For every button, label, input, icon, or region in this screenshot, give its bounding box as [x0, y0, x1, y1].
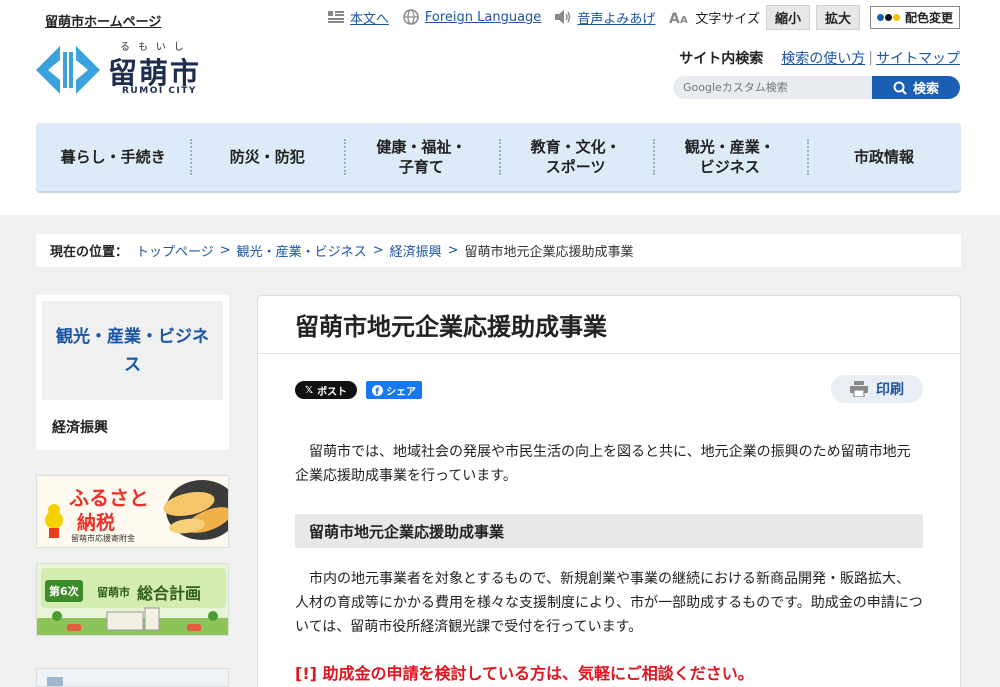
sogo-text-big: 総合計画	[137, 584, 202, 603]
breadcrumb-item-tourism[interactable]: 観光・産業・ビジネス	[237, 241, 367, 260]
site-header: 留萌市ホームページ るもいし 留萌市 RUMOI CITY 本文へ Foreig…	[0, 0, 1000, 215]
section-heading: 留萌市地元企業応援助成事業	[295, 514, 923, 548]
breadcrumb-separator: >	[372, 243, 384, 258]
breadcrumb-item-top[interactable]: トップページ	[136, 241, 214, 260]
logo-english: RUMOI CITY	[122, 86, 197, 96]
voice-reader-label: 音声よみあげ	[577, 11, 656, 27]
skip-to-content[interactable]: 本文へ	[327, 8, 389, 27]
gnav-item-cityinfo[interactable]: 市政情報	[806, 123, 961, 191]
svg-text:f: f	[375, 387, 379, 395]
enlarge-font-button[interactable]: 拡大	[815, 4, 860, 30]
foreign-language-link[interactable]: Foreign Language	[403, 9, 541, 25]
sitemap-link[interactable]: サイトマップ	[876, 48, 960, 68]
page-title: 留萌市地元企業応援助成事業	[258, 296, 960, 354]
font-size-controls: AA 文字サイズ 縮小 拡大	[669, 4, 860, 30]
search-form: 検索	[673, 76, 960, 99]
search-button-label: 検索	[912, 82, 939, 97]
furusato-nozei-banner[interactable]: ふるさと 納税 留萌市応援寄附金	[36, 475, 229, 548]
color-change-button[interactable]: 配色変更	[869, 5, 960, 29]
svg-text:A: A	[680, 15, 688, 24]
speaker-icon	[555, 10, 571, 24]
voice-reader-link[interactable]: 音声よみあげ	[555, 8, 655, 27]
search-input[interactable]	[673, 76, 872, 99]
skip-to-content-label: 本文へ	[349, 11, 389, 27]
facebook-share-button[interactable]: f シェア	[366, 381, 423, 399]
gnav-item-education[interactable]: 教育・文化・ スポーツ	[498, 123, 653, 191]
print-label: 印刷	[876, 382, 904, 398]
search-howto-link[interactable]: 検索の使い方	[781, 48, 865, 68]
color-change-label: 配色変更	[904, 10, 953, 25]
print-button[interactable]: 印刷	[831, 375, 923, 403]
site-search-title: サイト内検索	[679, 51, 764, 67]
furusato-line2: 納税	[77, 512, 116, 534]
breadcrumb-separator: >	[447, 243, 459, 258]
sidebar-banner-partial[interactable]	[36, 668, 229, 687]
sidebar-title[interactable]: 観光・産業・ビジネス	[42, 301, 223, 400]
facebook-icon: f	[372, 384, 384, 396]
main-article: 留萌市地元企業応援助成事業 𝕏 ポスト f シェア 印刷 留萌市では、地域社会の…	[257, 295, 961, 687]
sidebar-item-economy[interactable]: 経済振興	[52, 417, 108, 437]
intro-paragraph: 留萌市では、地域社会の発展や市民生活の向上を図ると共に、地元企業の振興のため留萌…	[295, 444, 911, 484]
foreign-language-label: Foreign Language	[424, 9, 542, 25]
globe-icon	[403, 9, 419, 25]
city-emblem-icon	[36, 46, 100, 94]
description-paragraph: 市内の地元事業者を対象とするもので、新規創業や事業の継続における新商品開発・販路…	[295, 571, 923, 635]
font-size-label: 文字サイズ	[695, 11, 760, 27]
furusato-line1: ふるさと	[69, 486, 149, 510]
color-dots-icon	[876, 13, 901, 21]
consultation-notice: [!] 助成金の申請を検討している方は、気軽にご相談ください。	[295, 664, 754, 683]
facebook-share-label: シェア	[386, 386, 417, 398]
home-link[interactable]: 留萌市ホームページ	[45, 11, 161, 30]
breadcrumb-label: 現在の位置：	[50, 245, 129, 260]
sogo-text-small: 留萌市	[97, 586, 130, 599]
sogo-badge: 第6次	[45, 580, 83, 602]
global-nav: 暮らし・手続き 防災・防犯 健康・福祉・ 子育て 教育・文化・ スポーツ 観光・…	[36, 123, 961, 191]
breadcrumb-item-economy[interactable]: 経済振興	[390, 241, 442, 260]
partial-banner-image	[37, 669, 228, 686]
search-links: サイト内検索 検索の使い方 | サイトマップ	[679, 48, 960, 68]
svg-text:A: A	[669, 11, 680, 24]
search-link-separator: |	[868, 50, 873, 66]
font-size-icon: AA	[669, 10, 689, 24]
x-logo-icon: 𝕏	[305, 384, 314, 396]
breadcrumb: 現在の位置： トップページ > 観光・産業・ビジネス > 経済振興 > 留萌市地…	[36, 234, 961, 267]
breadcrumb-current: 留萌市地元企業応援助成事業	[464, 245, 634, 260]
gnav-item-tourism[interactable]: 観光・産業・ ビジネス	[652, 123, 807, 191]
utility-bar: 本文へ Foreign Language 音声よみあげ AA 文字サイズ 縮小 …	[314, 4, 960, 30]
gnav-item-living[interactable]: 暮らし・手続き	[36, 123, 190, 191]
sns-share: 𝕏 ポスト f シェア	[295, 381, 423, 399]
search-icon	[893, 81, 907, 95]
shrink-font-button[interactable]: 縮小	[765, 4, 810, 30]
x-post-label: ポスト	[317, 386, 348, 398]
breadcrumb-separator: >	[219, 243, 231, 258]
gnav-item-health[interactable]: 健康・福祉・ 子育て	[344, 123, 498, 191]
printer-icon	[850, 381, 868, 397]
search-button[interactable]: 検索	[872, 76, 960, 99]
x-post-button[interactable]: 𝕏 ポスト	[295, 381, 358, 399]
sidebar-category: 観光・産業・ビジネス 経済振興	[36, 295, 229, 450]
sogo-keikaku-banner[interactable]: 第6次 留萌市 総合計画	[36, 563, 229, 636]
gnav-item-disaster[interactable]: 防災・防犯	[190, 123, 344, 191]
furusato-caption: 留萌市応援寄附金	[71, 534, 135, 543]
site-logo[interactable]: るもいし 留萌市 RUMOI CITY	[36, 38, 236, 100]
document-icon	[327, 10, 344, 24]
